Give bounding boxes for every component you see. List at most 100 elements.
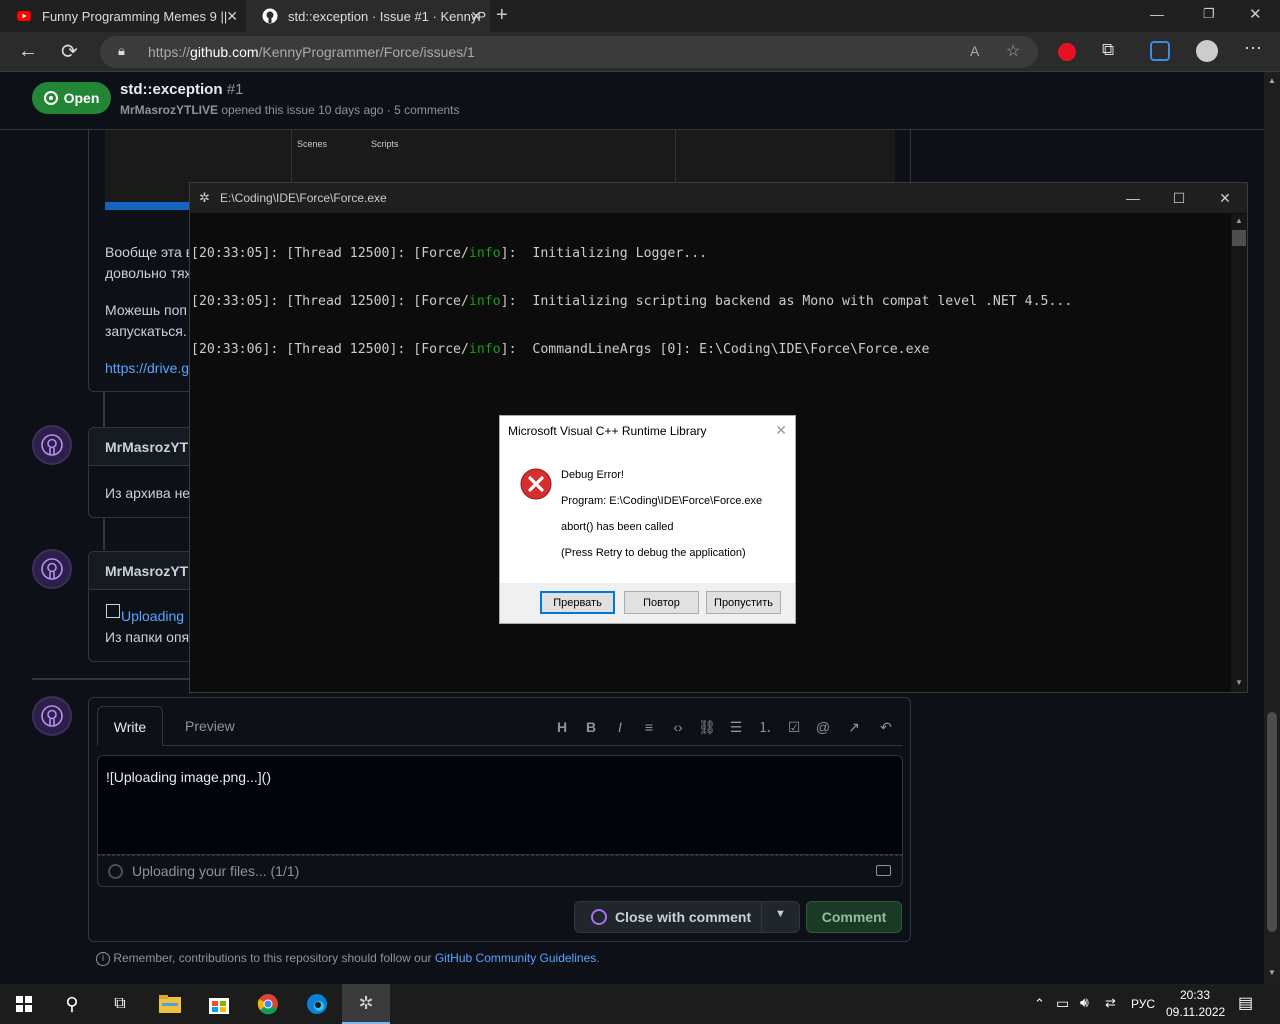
start-button[interactable] xyxy=(0,984,48,1024)
issue-meta-text: opened this issue 10 days ago · 5 commen… xyxy=(221,103,460,117)
tab-title: Funny Programming Memes 9 || xyxy=(42,8,228,24)
profile-avatar[interactable] xyxy=(1196,40,1218,62)
task-list-icon[interactable]: ☑ xyxy=(784,717,804,737)
close-tab-icon[interactable]: ✕ xyxy=(226,8,238,25)
console-titlebar: ✲ E:\Coding\IDE\Force\Force.exe — ☐ ✕ xyxy=(190,183,1247,213)
scrollbar-thumb[interactable] xyxy=(1267,712,1277,932)
close-icon[interactable]: ✕ xyxy=(775,422,787,439)
close-tab-icon[interactable]: ✕ xyxy=(470,8,482,25)
console-line: [20:33:05]: [Thread 12500]: [Force/info]… xyxy=(191,294,1073,309)
drive-link[interactable]: https://drive.g xyxy=(105,360,189,376)
scroll-up-icon[interactable]: ▲ xyxy=(1268,76,1276,85)
scroll-down-icon[interactable]: ▼ xyxy=(1235,678,1243,687)
issue-author[interactable]: MrMasrozYTLIVE xyxy=(120,103,218,117)
ordered-list-icon[interactable]: ⒈ xyxy=(755,717,775,737)
mention-icon[interactable]: @ xyxy=(813,717,833,737)
chevron-down-icon[interactable]: ▼ xyxy=(775,908,786,920)
console-scrollbar[interactable]: ▲ ▼ xyxy=(1231,214,1247,692)
back-arrow-icon[interactable]: ← xyxy=(18,40,38,63)
bold-icon[interactable]: B xyxy=(581,717,601,737)
italic-icon[interactable]: I xyxy=(610,717,630,737)
dialog-hint: (Press Retry to debug the application) xyxy=(561,547,746,559)
guidelines-link[interactable]: GitHub Community Guidelines xyxy=(435,951,596,965)
unordered-list-icon[interactable]: ☰ xyxy=(726,717,746,737)
collections-icon[interactable] xyxy=(1150,41,1170,61)
minimize-icon[interactable]: — xyxy=(1110,183,1156,213)
comment-author[interactable]: MrMasrozYTL xyxy=(105,563,197,579)
quote-icon[interactable]: ≡ xyxy=(639,717,659,737)
windows-taskbar: ⚲ ⧉ ✲ ⌃ ▭ 🔊︎ ⇄ РУС 20:33 09.11.2022 ▤ xyxy=(0,984,1280,1024)
clock-date[interactable]: 09.11.2022 xyxy=(1166,1005,1225,1019)
new-tab-button[interactable]: + xyxy=(496,4,508,27)
guidelines-suffix: . xyxy=(596,951,600,965)
more-menu-icon[interactable]: ⋯ xyxy=(1244,38,1262,59)
code-icon[interactable]: ‹› xyxy=(668,717,688,737)
console-title: E:\Coding\IDE\Force\Force.exe xyxy=(220,191,387,205)
markdown-icon[interactable] xyxy=(876,865,891,876)
avatar[interactable] xyxy=(32,696,72,736)
minimize-icon[interactable]: — xyxy=(1150,6,1170,22)
tab-underline xyxy=(163,745,903,746)
store-icon[interactable] xyxy=(195,984,243,1024)
scroll-up-icon[interactable]: ▲ xyxy=(1235,216,1243,225)
scroll-down-icon[interactable]: ▼ xyxy=(1268,968,1276,977)
comment-textarea[interactable]: ![Uploading image.png...]() xyxy=(97,755,903,855)
uploading-link[interactable]: Uploading xyxy=(121,608,184,624)
reload-icon[interactable]: ⟳ xyxy=(61,39,78,64)
ignore-button[interactable]: Пропустить xyxy=(706,591,781,614)
reference-icon[interactable]: ↗ xyxy=(844,717,864,737)
search-icon[interactable]: ⚲ xyxy=(48,984,96,1024)
address-bar[interactable]: 🔒︎ https://github.com/KennyProgrammer/Fo… xyxy=(100,36,1038,68)
chevron-up-icon[interactable]: ⌃ xyxy=(1034,996,1045,1012)
comment-author[interactable]: MrMasrozYTL xyxy=(105,439,197,455)
comment-button[interactable]: Comment xyxy=(806,901,902,933)
close-window-icon[interactable]: ✕ xyxy=(1249,5,1262,23)
input-indicator-icon[interactable]: ⇄ xyxy=(1105,995,1116,1011)
spinner-icon xyxy=(108,864,123,879)
issue-state-label: Open xyxy=(63,90,100,106)
adblock-icon[interactable] xyxy=(1058,43,1076,61)
abort-button[interactable]: Прервать xyxy=(540,591,615,614)
volume-icon[interactable]: 🔊︎ xyxy=(1080,994,1089,1011)
error-dialog: Microsoft Visual C++ Runtime Library ✕ D… xyxy=(499,415,796,624)
retry-button[interactable]: Повтор xyxy=(624,591,699,614)
maximize-icon[interactable]: ☐ xyxy=(1156,183,1202,213)
tab-preview[interactable]: Preview xyxy=(185,718,235,734)
restore-icon[interactable]: ❐ xyxy=(1203,6,1215,22)
comment-text: запускаться. xyxy=(105,323,187,339)
extensions-icon[interactable]: ⧉ xyxy=(1102,40,1114,60)
chrome-icon[interactable] xyxy=(244,984,292,1024)
edge-icon[interactable] xyxy=(293,984,341,1024)
dialog-program: Program: E:\Coding\IDE\Force\Force.exe xyxy=(561,495,763,507)
force-app-icon[interactable]: ✲ xyxy=(342,984,390,1024)
language-indicator[interactable]: РУС xyxy=(1131,997,1155,1011)
tab-write[interactable]: Write xyxy=(97,706,163,746)
read-aloud-icon[interactable]: A xyxy=(970,43,979,59)
close-window-icon[interactable]: ✕ xyxy=(1202,183,1248,213)
task-view-icon[interactable]: ⧉ xyxy=(96,984,144,1024)
notifications-icon[interactable]: ▤ xyxy=(1238,993,1253,1013)
undo-icon[interactable]: ↶ xyxy=(876,717,896,737)
url-prefix: https:// xyxy=(148,44,191,60)
tab-youtube[interactable]: Funny Programming Memes 9 || ✕ xyxy=(0,0,246,32)
clock-time[interactable]: 20:33 xyxy=(1180,988,1210,1002)
file-explorer-icon[interactable] xyxy=(146,984,194,1024)
avatar[interactable] xyxy=(32,425,72,465)
page-scrollbar[interactable]: ▲ ▼ xyxy=(1264,72,1280,984)
issue-open-icon xyxy=(43,91,58,105)
guidelines-text: Remember, contributions to this reposito… xyxy=(113,951,432,965)
avatar[interactable] xyxy=(32,549,72,589)
favorite-star-icon[interactable]: ☆ xyxy=(1006,41,1020,61)
comment-text: Можешь поп xyxy=(105,302,187,318)
tab-github-issue[interactable]: std::exception · Issue #1 · KennyP ✕ xyxy=(246,0,490,32)
network-icon[interactable]: ▭ xyxy=(1056,995,1069,1012)
url-host: github.com xyxy=(190,44,259,60)
link-icon[interactable]: ⛓ xyxy=(697,717,717,737)
issue-closed-icon xyxy=(591,909,607,925)
comment-text: Вообще эта в xyxy=(105,244,194,260)
screenshot-label: Scripts xyxy=(371,139,399,149)
heading-icon[interactable]: H xyxy=(552,717,572,737)
scrollbar-thumb[interactable] xyxy=(1232,230,1246,246)
browser-toolbar: ← ⟳ 🔒︎ https://github.com/KennyProgramme… xyxy=(0,32,1280,72)
close-with-comment-button[interactable]: Close with comment ▼ xyxy=(574,901,800,933)
